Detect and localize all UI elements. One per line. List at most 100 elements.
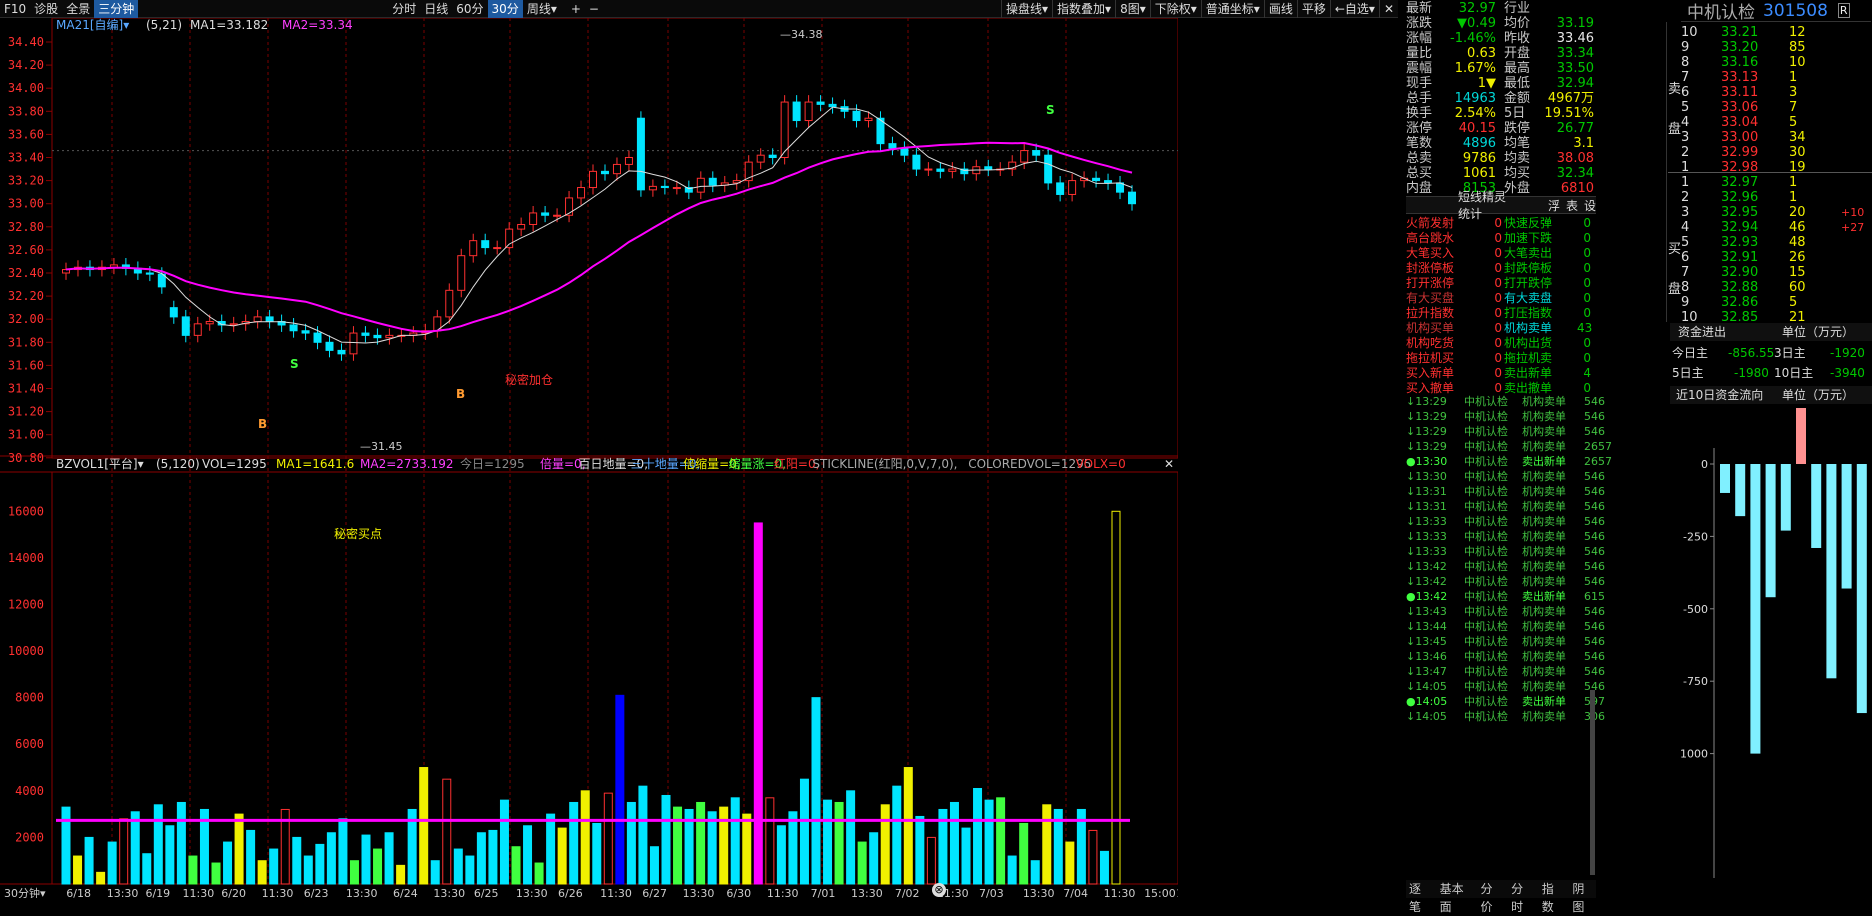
candle bbox=[469, 240, 478, 257]
y-tick-label: 34.00 bbox=[8, 81, 44, 95]
tool-button-3[interactable]: 下除权▾ bbox=[1149, 0, 1201, 18]
candle bbox=[900, 147, 909, 156]
y-tick-label: 32.00 bbox=[8, 312, 44, 326]
bottom-tab[interactable]: 阴图 bbox=[1569, 880, 1596, 914]
bottom-tab[interactable]: 基本面 bbox=[1437, 880, 1474, 914]
candle bbox=[457, 255, 466, 291]
period-button-0[interactable]: 分时 bbox=[388, 0, 420, 18]
volume-bar bbox=[142, 853, 152, 885]
candle bbox=[708, 177, 717, 186]
candle bbox=[205, 321, 214, 325]
candle bbox=[648, 185, 657, 191]
volume-header-item: (5,120) bbox=[156, 457, 200, 471]
tool-button-7[interactable]: ←自选▾ bbox=[1329, 0, 1379, 18]
x-axis-label: 13:30 bbox=[1023, 887, 1055, 898]
candle bbox=[936, 168, 945, 172]
x-axis-label: 11:30 bbox=[600, 887, 632, 898]
period-button-4[interactable]: 周线▾ bbox=[523, 0, 561, 18]
y-tick-label: 32.60 bbox=[8, 243, 44, 257]
candle bbox=[1128, 191, 1136, 205]
tool-button-6[interactable]: 平移 bbox=[1296, 0, 1330, 18]
zoom-button-1[interactable]: − bbox=[585, 0, 603, 18]
collapse-button[interactable]: ⊗ bbox=[932, 883, 946, 897]
volume-bar bbox=[1099, 850, 1109, 885]
fundflow-chart: 0 -250 -500 -750 1000 bbox=[1680, 408, 1867, 878]
signal-tab[interactable]: 设 bbox=[1584, 197, 1596, 214]
tool-button-8[interactable]: ✕ bbox=[1378, 0, 1398, 18]
tool-button-1[interactable]: 指数叠加▾ bbox=[1052, 0, 1115, 18]
fundflow-bar bbox=[1765, 464, 1776, 598]
tick-scrollbar[interactable] bbox=[1590, 690, 1595, 875]
x-axis-label: 6/18 bbox=[66, 887, 91, 898]
fundflow-bar bbox=[1796, 408, 1806, 464]
fundflow-header: 资金进出 单位（万元） bbox=[1670, 323, 1872, 341]
candle bbox=[612, 163, 621, 175]
y-tick-label: 32.40 bbox=[8, 266, 44, 280]
volume-formula-item: VOLX=0 bbox=[1076, 457, 1126, 471]
toolbar-tab-1[interactable]: 诊股 bbox=[30, 0, 62, 18]
period-button-2[interactable]: 60分 bbox=[452, 0, 487, 18]
zoom-button-0[interactable]: + bbox=[567, 0, 585, 18]
candle bbox=[756, 154, 765, 163]
volume-bar bbox=[269, 848, 279, 885]
volume-bar bbox=[523, 825, 533, 885]
candle bbox=[984, 166, 993, 170]
tool-button-5[interactable]: 画线 bbox=[1263, 0, 1297, 18]
volume-bar bbox=[996, 797, 1006, 885]
annotation-secret-buy: 秘密买点 bbox=[334, 526, 382, 541]
x-axis-label: 6/30 bbox=[726, 887, 751, 898]
volume-bar bbox=[84, 836, 94, 885]
y-tick-label: 31.00 bbox=[8, 428, 44, 442]
bottom-tab[interactable]: 逐笔 bbox=[1406, 880, 1433, 914]
volume-bar bbox=[673, 806, 683, 885]
signal-tab[interactable]: 表 bbox=[1566, 197, 1578, 214]
tool-button-2[interactable]: 8图▾ bbox=[1115, 0, 1150, 18]
volume-header-item: MA2=2733.192 bbox=[360, 457, 454, 471]
volume-header-item: BZVOL1[平台]▾ bbox=[56, 456, 144, 471]
volume-bar bbox=[892, 785, 902, 885]
x-axis-label: 30分钟▾ bbox=[4, 886, 46, 898]
x-axis-label: 6/25 bbox=[474, 887, 499, 898]
volume-bar bbox=[1042, 804, 1052, 885]
ma2-line bbox=[65, 141, 1133, 333]
candle bbox=[325, 341, 334, 351]
x-axis-label: 7/04 bbox=[1063, 887, 1088, 898]
vol-tick-label: 4000 bbox=[15, 784, 44, 798]
period-button-1[interactable]: 日线 bbox=[420, 0, 452, 18]
x-axis-label: 13:30 bbox=[683, 887, 715, 898]
toolbar-tab-3[interactable]: 三分钟 bbox=[94, 0, 139, 18]
candle bbox=[361, 332, 370, 336]
toolbar: F10 诊股 全景 三分钟 分时 日线 60分 30分 周线▾ + − 操盘线▾ 指数叠加▾ 8图▾… bbox=[0, 0, 1398, 18]
fundflow-chart-unit: 单位（万元） bbox=[1782, 388, 1855, 402]
candle bbox=[589, 170, 598, 189]
candle bbox=[852, 110, 861, 122]
toolbar-tab-2[interactable]: 全景 bbox=[62, 0, 94, 18]
candle bbox=[253, 316, 262, 323]
bottom-tab[interactable]: 指数 bbox=[1539, 880, 1566, 914]
tick-type: 机构卖单 bbox=[1522, 710, 1566, 723]
tool-button-0[interactable]: 操盘线▾ bbox=[1001, 0, 1052, 18]
volume-bar bbox=[857, 841, 867, 885]
tick-row[interactable]: ↓14:05中机认检机构卖单306 bbox=[1406, 708, 1605, 726]
panel-vsep bbox=[1666, 22, 1667, 322]
y-tick-label: 32.20 bbox=[8, 289, 44, 303]
volume-bar bbox=[73, 855, 83, 885]
volume-bar bbox=[903, 767, 913, 885]
x-axis-label: 11:30 bbox=[1104, 887, 1136, 898]
indicator-name: MA21[自编]▾ bbox=[56, 18, 129, 32]
volume-bar bbox=[915, 815, 925, 885]
toolbar-tab-0[interactable]: F10 bbox=[0, 0, 30, 18]
kline-chart[interactable]: 34.40 34.20 34.00 33.80 33.60 33.40 33.20 33.00… bbox=[0, 18, 1178, 898]
bottom-tab[interactable]: 分价 bbox=[1478, 880, 1505, 914]
volume-bar bbox=[615, 694, 625, 885]
volume-bar bbox=[534, 862, 544, 885]
x-axis-label: 6/24 bbox=[393, 887, 418, 898]
period-button-3[interactable]: 30分 bbox=[487, 0, 523, 18]
tick-stock: 中机认检 bbox=[1464, 710, 1508, 723]
fundflow-unit: 单位（万元） bbox=[1782, 325, 1855, 339]
volume-panel-frame bbox=[51, 471, 1178, 885]
bottom-tab[interactable]: 分时 bbox=[1508, 880, 1535, 914]
signal-tab[interactable]: 浮 bbox=[1548, 197, 1560, 214]
volume-bar bbox=[303, 855, 313, 885]
tool-button-4[interactable]: 普通坐标▾ bbox=[1200, 0, 1264, 18]
